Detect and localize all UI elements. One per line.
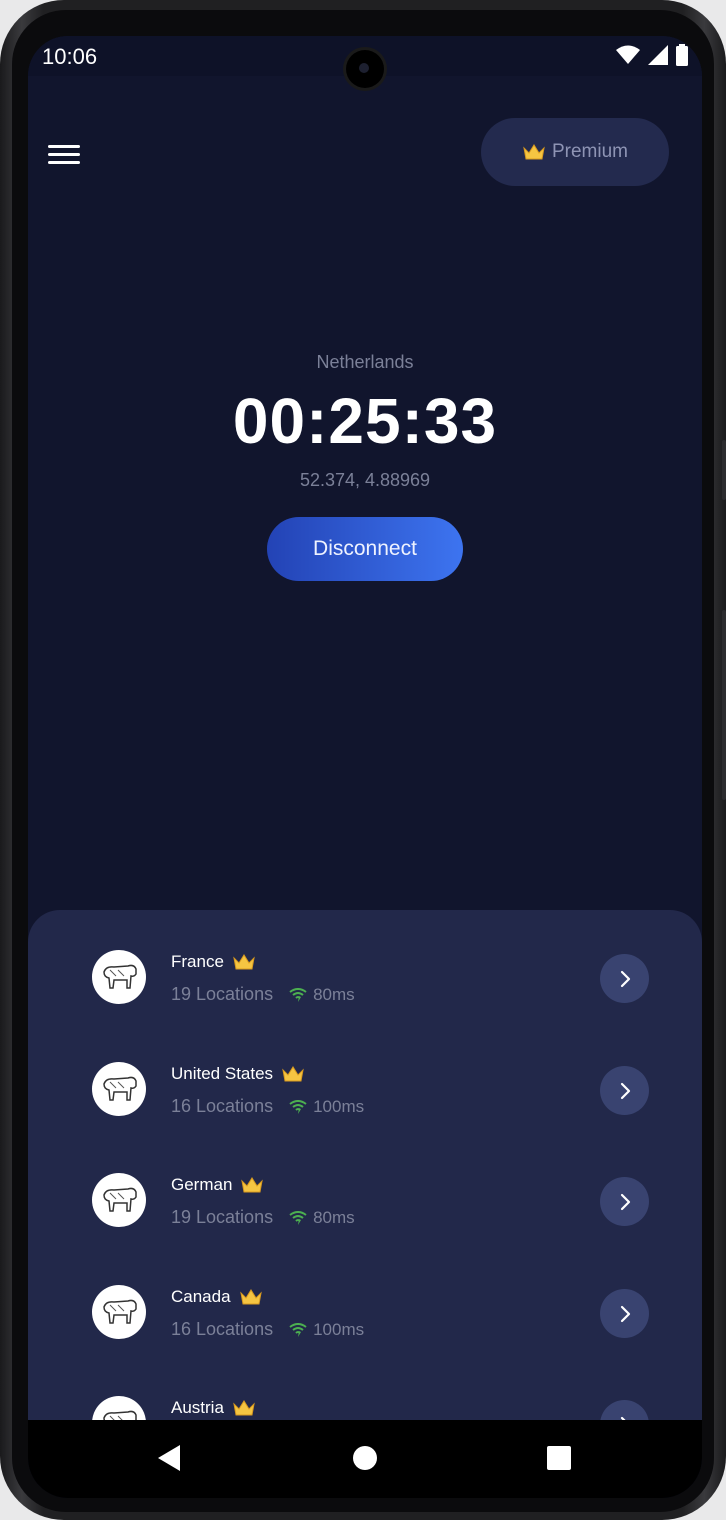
crown-icon [523,144,545,160]
server-list: France 19 Locations 80ms United States 1… [28,910,702,1420]
server-flag-image [92,1062,146,1116]
server-ping: 100ms [289,1097,364,1117]
server-name-row: German [171,1175,264,1195]
server-name: Canada [171,1287,231,1306]
server-flag-image [92,950,146,1004]
server-details: 19 Locations 80ms [171,1207,355,1228]
server-ping-value: 80ms [313,1207,355,1227]
front-camera [346,50,384,88]
signal-icon [648,45,668,65]
server-flag-image [92,1396,146,1420]
server-flag-image [92,1173,146,1227]
crown-icon [282,1066,304,1082]
server-ping-value: 100ms [313,1319,365,1339]
server-item-austria[interactable]: Austria [28,1390,702,1420]
server-ping: 100ms [289,1320,364,1340]
ping-signal-icon [289,987,307,1002]
server-locations: 16 Locations [171,1096,274,1116]
crown-icon [239,1289,262,1305]
menu-button[interactable] [48,140,80,168]
server-name-row: Canada [171,1287,263,1307]
status-time: 10:06 [42,44,98,69]
server-item-france[interactable]: France 19 Locations 80ms [28,944,702,1044]
crown-icon [241,1177,264,1193]
home-icon[interactable] [353,1444,377,1472]
back-icon[interactable] [156,1444,182,1472]
ping-signal-icon [289,1210,307,1225]
wifi-icon [616,45,640,64]
volume-button [722,440,726,500]
server-item-united-states[interactable]: United States 16 Locations 100ms [28,1056,702,1156]
server-locations: 16 Locations [171,1319,274,1339]
device-frame: 10:06 Premium Netherlands 00:25:33 52.37… [0,0,726,1520]
chevron-right-icon [620,1193,630,1210]
server-open-button[interactable] [600,954,649,1003]
server-name: Austria [171,1398,224,1417]
ping-signal-icon [289,1099,307,1114]
server-name-row: France [171,952,256,972]
chevron-right-icon [620,970,630,987]
crown-icon [233,1400,255,1416]
screen: 10:06 Premium Netherlands 00:25:33 52.37… [28,36,702,1498]
crown-icon [233,954,255,970]
premium-label: Premium [551,141,628,162]
connected-country: Netherlands [316,352,414,372]
battery-icon [676,44,688,66]
server-locations: 19 Locations [171,984,274,1004]
server-ping-value: 80ms [313,984,355,1004]
server-name: United States [171,1064,274,1083]
server-open-button[interactable] [600,1177,649,1226]
power-button [722,610,726,800]
chevron-right-icon [620,1305,630,1322]
server-name: German [171,1175,233,1194]
menu-icon [48,145,80,164]
server-flag-image [92,1285,146,1339]
server-coordinates: 52.374, 4.88969 [299,470,431,490]
status-icons [616,44,688,66]
server-ping: 80ms [289,1208,355,1228]
chevron-right-icon [620,1082,630,1099]
recents-icon[interactable] [547,1444,571,1472]
server-details: 19 Locations 80ms [171,984,355,1005]
server-ping: 80ms [289,985,355,1005]
navigation-bar [28,1420,702,1498]
server-ping-value: 100ms [313,1096,365,1116]
server-item-canada[interactable]: Canada 16 Locations 100ms [28,1279,702,1379]
connection-timer: 00:25:33 [232,385,498,457]
disconnect-button[interactable]: Disconnect [267,517,463,581]
server-open-button[interactable] [600,1289,649,1338]
server-open-button[interactable] [600,1066,649,1115]
server-name-row: United States [171,1064,305,1084]
server-open-button[interactable] [600,1400,649,1420]
server-details: 16 Locations 100ms [171,1319,364,1340]
server-details: 16 Locations 100ms [171,1096,364,1117]
server-name: France [171,952,224,971]
server-item-german[interactable]: German 19 Locations 80ms [28,1167,702,1267]
server-locations: 19 Locations [171,1207,274,1227]
server-name-row: Austria [171,1398,256,1418]
ping-signal-icon [289,1322,307,1337]
premium-button[interactable]: Premium [481,118,669,186]
